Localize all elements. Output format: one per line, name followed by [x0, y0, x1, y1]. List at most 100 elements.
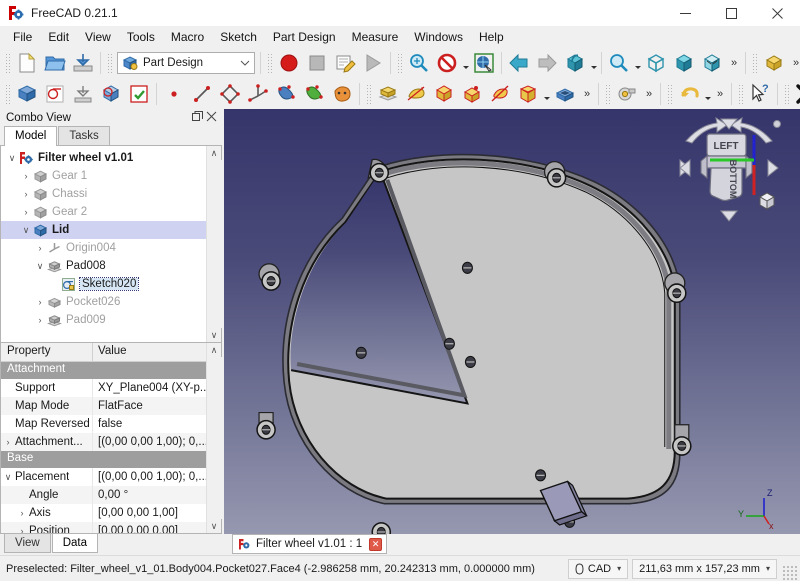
attach-sketch-button[interactable] — [69, 81, 97, 107]
pocket-button[interactable] — [430, 81, 458, 107]
maximize-button[interactable] — [708, 0, 754, 26]
property-row-attachment-offset[interactable]: › Attachment... [(0,00 0,00 1,00); 0,... — [1, 433, 206, 451]
toolbar-grip[interactable] — [365, 82, 372, 105]
new-document-button[interactable] — [13, 50, 41, 76]
whats-this-button[interactable]: ? — [746, 81, 774, 107]
property-row-map-mode[interactable]: Map Mode FlatFace — [1, 397, 206, 415]
property-value[interactable]: [0,00 0,00 1,00] — [93, 507, 206, 519]
property-value[interactable]: [(0,00 0,00 1,00); 0,... — [93, 471, 206, 483]
scroll-up-arrow[interactable]: ∧ — [211, 146, 218, 160]
float-panel-button[interactable] — [190, 111, 204, 125]
chevron-down-icon[interactable]: ▾ — [766, 564, 770, 573]
shape-binder-button[interactable] — [272, 81, 300, 107]
measure-cube-button[interactable] — [698, 50, 726, 76]
fit-selection-button[interactable] — [642, 50, 670, 76]
dimension-readout[interactable]: 211,63 mm x 157,23 mm ▾ — [632, 558, 777, 579]
macro-stop-button[interactable] — [303, 50, 331, 76]
menu-part-design[interactable]: Part Design — [265, 27, 344, 47]
resize-grip[interactable] — [781, 563, 797, 580]
chevron-right-icon[interactable]: › — [33, 243, 47, 253]
property-row-support[interactable]: Support XY_Plane004 (XY-p... — [1, 379, 206, 397]
toolbar-grip[interactable] — [4, 82, 11, 105]
property-editor-scrollbar[interactable]: ∧ ∨ — [206, 343, 222, 533]
document-tab[interactable]: Filter wheel v1.01 : 1 ✕ — [232, 534, 388, 554]
open-document-button[interactable] — [41, 50, 69, 76]
chevron-right-icon[interactable]: › — [19, 207, 33, 217]
tab-data[interactable]: Data — [51, 534, 99, 553]
overflow-row1b-button[interactable]: » — [788, 50, 800, 76]
toolbar-grip[interactable] — [751, 52, 758, 74]
chevron-down-icon[interactable]: ∨ — [33, 261, 47, 272]
menu-file[interactable]: File — [5, 27, 40, 47]
overflow-row2b-button[interactable]: » — [641, 81, 657, 107]
chevron-right-icon[interactable]: › — [33, 297, 47, 307]
chevron-right-icon[interactable]: › — [33, 315, 47, 325]
tree-item-sketch020[interactable]: Sketch020 — [1, 275, 206, 293]
create-datum-button[interactable] — [244, 81, 272, 107]
property-row-angle[interactable]: Angle 0,00 ° — [1, 486, 206, 504]
subtractive-primitive-button[interactable] — [551, 81, 579, 107]
property-value[interactable]: 0,00 ° — [93, 489, 206, 501]
tree-item-pocket026[interactable]: › Pocket026 — [1, 293, 206, 311]
menu-view[interactable]: View — [77, 27, 119, 47]
toolbar-grip[interactable] — [604, 82, 611, 105]
toolbar-grip[interactable] — [666, 82, 673, 105]
scroll-down-arrow[interactable]: ∨ — [211, 519, 218, 533]
tree-item-pad009[interactable]: › Pad009 — [1, 311, 206, 329]
measure-button[interactable] — [613, 81, 641, 107]
menu-sketch[interactable]: Sketch — [212, 27, 265, 47]
chevron-down-icon[interactable]: ∨ — [19, 225, 33, 236]
property-row-axis[interactable]: › Axis [0,00 0,00 1,00] — [1, 504, 206, 522]
property-value[interactable]: false — [93, 418, 206, 430]
save-document-button[interactable] — [69, 50, 97, 76]
tab-view[interactable]: View — [4, 534, 51, 553]
macro-execute-button[interactable] — [359, 50, 387, 76]
create-sketch-button[interactable] — [41, 81, 69, 107]
overflow-row2-button[interactable]: » — [579, 81, 595, 107]
chevron-right-icon[interactable]: › — [19, 189, 33, 199]
draw-style-button[interactable] — [433, 50, 461, 76]
leave-sketch-button[interactable] — [125, 81, 153, 107]
part-pad-button[interactable] — [760, 50, 788, 76]
zoom-dropdown-arrow[interactable] — [633, 50, 642, 76]
chevron-right-icon[interactable]: › — [15, 508, 29, 518]
toggle-axis-cross-button[interactable] — [470, 50, 498, 76]
3d-viewport[interactable]: LEFT BOTTOM Z Y x — [224, 109, 800, 534]
std-view-fit-button[interactable] — [405, 50, 433, 76]
create-point-button[interactable] — [160, 81, 188, 107]
create-line-button[interactable] — [188, 81, 216, 107]
workbench-selector[interactable]: Part Design — [117, 52, 255, 74]
create-polyline-button[interactable] — [216, 81, 244, 107]
menu-help[interactable]: Help — [471, 27, 512, 47]
property-value[interactable]: [0,00 0,00 0,00] — [93, 525, 206, 533]
additive-primitive-button[interactable] — [514, 81, 542, 107]
close-icon[interactable]: ✕ — [369, 537, 383, 551]
close-x-button[interactable] — [792, 81, 800, 107]
revolution-button[interactable] — [402, 81, 430, 107]
property-value[interactable]: FlatFace — [93, 400, 206, 412]
menu-windows[interactable]: Windows — [406, 27, 471, 47]
toolbar-grip[interactable] — [266, 52, 273, 74]
chevron-right-icon[interactable]: › — [15, 526, 29, 533]
chevron-down-icon[interactable]: ▾ — [617, 564, 621, 573]
property-value[interactable]: XY_Plane004 (XY-p... — [93, 382, 206, 394]
axonometric-button[interactable] — [670, 50, 698, 76]
chevron-down-icon[interactable]: ∨ — [1, 472, 15, 483]
macro-record-button[interactable] — [275, 50, 303, 76]
scroll-track[interactable] — [206, 357, 222, 519]
zoom-button[interactable] — [605, 50, 633, 76]
sub-shape-binder-button[interactable] — [300, 81, 328, 107]
overflow-row2c-button[interactable]: » — [712, 81, 728, 107]
model-tree-scrollbar[interactable]: ∧ ∨ — [206, 146, 222, 342]
close-button[interactable] — [754, 0, 800, 26]
menu-edit[interactable]: Edit — [40, 27, 77, 47]
draw-style-dropdown-arrow[interactable] — [461, 50, 470, 76]
menu-measure[interactable]: Measure — [344, 27, 407, 47]
toolbar-grip[interactable] — [737, 82, 744, 105]
std-views-dropdown-arrow[interactable] — [589, 50, 598, 76]
navigation-cube[interactable]: LEFT BOTTOM — [674, 117, 784, 227]
tree-item-filter-wheel[interactable]: ∨ Filter wheel v1.01 — [1, 149, 206, 167]
property-row-map-reversed[interactable]: Map Reversed false — [1, 415, 206, 433]
toolbar-grip[interactable] — [783, 82, 790, 105]
close-panel-button[interactable] — [204, 111, 218, 125]
